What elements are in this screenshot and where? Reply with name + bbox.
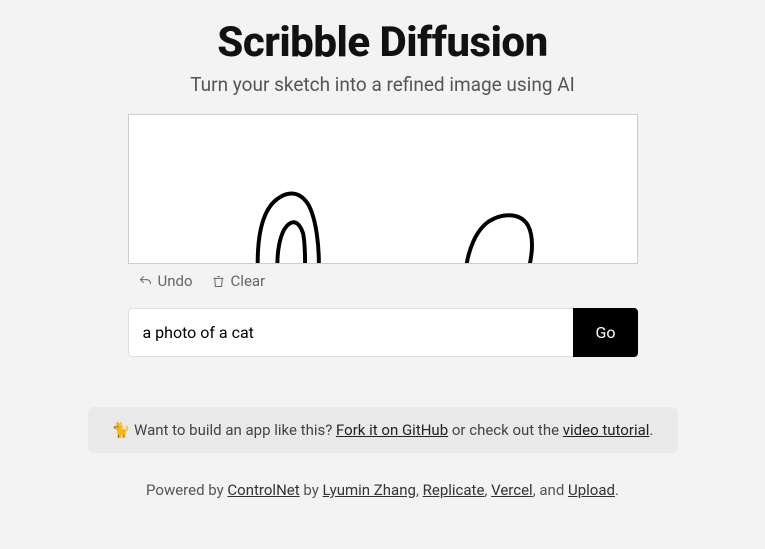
undo-label: Undo bbox=[158, 272, 193, 290]
go-button[interactable]: Go bbox=[573, 308, 637, 357]
undo-icon bbox=[138, 274, 153, 289]
cta-middle: or check out the bbox=[448, 421, 563, 439]
vercel-link[interactable]: Vercel bbox=[491, 481, 533, 499]
drawing-canvas[interactable] bbox=[128, 114, 638, 264]
undo-button[interactable]: Undo bbox=[138, 272, 193, 290]
replicate-link[interactable]: Replicate bbox=[423, 481, 485, 499]
clear-button[interactable]: Clear bbox=[211, 272, 266, 290]
page-subtitle: Turn your sketch into a refined image us… bbox=[88, 73, 678, 96]
controlnet-link[interactable]: ControlNet bbox=[227, 481, 299, 499]
cta-suffix: . bbox=[649, 421, 653, 439]
sketch-drawing bbox=[129, 115, 637, 263]
footer: Powered by ControlNet by Lyumin Zhang, R… bbox=[88, 481, 678, 499]
clear-label: Clear bbox=[231, 272, 266, 290]
prompt-input[interactable] bbox=[128, 308, 574, 357]
fork-github-link[interactable]: Fork it on GitHub bbox=[336, 421, 448, 439]
upload-link[interactable]: Upload bbox=[568, 481, 615, 499]
trash-icon bbox=[211, 274, 226, 289]
video-tutorial-link[interactable]: video tutorial bbox=[563, 421, 650, 439]
footer-prefix: Powered by bbox=[146, 481, 227, 499]
lyumin-link[interactable]: Lyumin Zhang bbox=[323, 481, 416, 499]
cta-prefix: 🐈 Want to build an app like this? bbox=[112, 421, 336, 439]
cta-banner: 🐈 Want to build an app like this? Fork i… bbox=[88, 407, 678, 453]
page-title: Scribble Diffusion bbox=[88, 18, 678, 67]
